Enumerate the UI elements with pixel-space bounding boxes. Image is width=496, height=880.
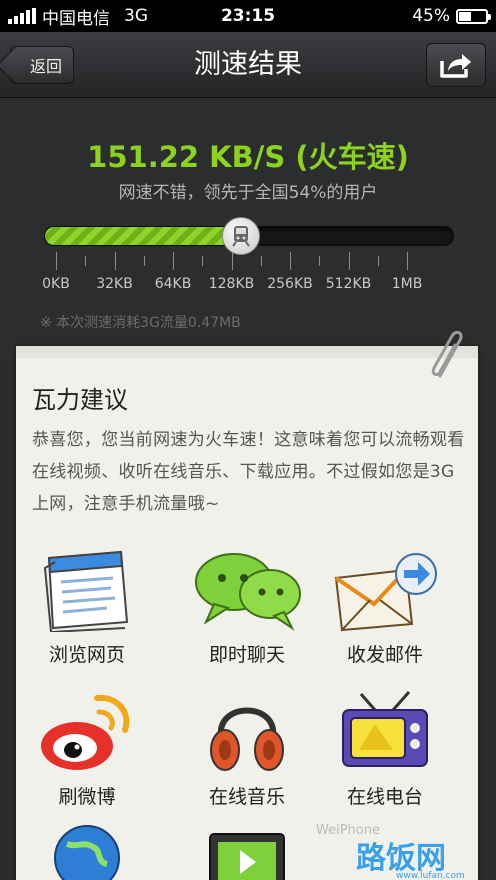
- scale-major-tick: [173, 252, 174, 270]
- feature-label: 即时聊天: [208, 644, 285, 666]
- scale-label: 256KB: [267, 276, 313, 292]
- carrier-name: 中国电信: [42, 8, 110, 29]
- scale-minor-tick: [377, 256, 379, 266]
- scale-label: 64KB: [154, 276, 192, 292]
- feature-label: 刷微博: [58, 786, 116, 808]
- feature-label: 在线电台: [346, 786, 423, 808]
- scale-label: 512KB: [325, 276, 372, 292]
- feature-partial-globe[interactable]: [22, 818, 152, 880]
- back-button-label: 返回: [29, 57, 62, 76]
- chat-bubbles-icon: [195, 553, 301, 631]
- feature-instant-chat[interactable]: 即时聊天: [182, 536, 312, 667]
- scale-minor-tick: [319, 256, 321, 266]
- scale-minor-tick: [85, 256, 87, 266]
- back-button[interactable]: 返回: [10, 46, 74, 84]
- speed-result-panel: 151.22 KB/S (火车速) 网速不错，领先于全国54%的用户 0KB 32…: [0, 98, 496, 358]
- envelope-icon: [334, 553, 437, 632]
- speed-summary: 网速不错，领先于全国54%的用户: [118, 183, 378, 203]
- scale-label: 32KB: [96, 276, 133, 292]
- feature-email[interactable]: 收发邮件: [320, 536, 450, 667]
- video-icon: [209, 833, 285, 880]
- navigation-bar: 返回 测速结果: [0, 32, 496, 98]
- paperclip-icon: [431, 330, 463, 378]
- advice-title: 瓦力建议: [32, 386, 128, 414]
- advice-card: 瓦力建议 恭喜您，您当前网速为火车速！这意味着您可以流畅观看在线视频、收听在线音…: [16, 330, 478, 880]
- scale-major-tick: [407, 252, 408, 270]
- feature-partial-video[interactable]: [182, 818, 312, 880]
- data-usage-note: ※ 本次测速消耗3G流量0.47MB: [40, 315, 241, 331]
- feature-label: 浏览网页: [48, 644, 125, 666]
- globe-icon: [54, 825, 120, 880]
- scale-major-tick: [290, 252, 291, 270]
- radio-tv-icon: [342, 691, 428, 767]
- browser-icon: [43, 550, 129, 632]
- weibo-icon: [41, 694, 130, 770]
- scale-minor-tick: [202, 256, 204, 266]
- feature-online-music[interactable]: 在线音乐: [182, 678, 312, 809]
- scale-label: 1MB: [391, 276, 423, 292]
- scale-major-tick: [348, 252, 350, 270]
- scale-major-tick: [56, 252, 57, 270]
- battery-icon: [456, 8, 491, 24]
- feature-label: 收发邮件: [346, 644, 423, 666]
- feature-browse-web[interactable]: 浏览网页: [22, 536, 152, 667]
- scale-label: 128KB: [208, 276, 255, 292]
- scale-major-tick: [231, 252, 233, 270]
- share-button[interactable]: [426, 43, 486, 87]
- feature-online-radio[interactable]: 在线电台: [320, 678, 450, 809]
- network-type: 3G: [124, 6, 148, 26]
- signal-strength-icon: [8, 8, 36, 24]
- headphones-icon: [210, 707, 284, 771]
- scale-minor-tick: [260, 256, 262, 266]
- page-title: 测速结果: [194, 49, 302, 80]
- battery-percent: 45%: [412, 6, 450, 26]
- feature-label: 在线音乐: [208, 786, 285, 808]
- train-speed-marker: [221, 217, 260, 255]
- speed-meter-fill: [45, 227, 241, 245]
- scale-major-tick: [114, 252, 116, 270]
- status-bar: 中国电信 3G 23:15 45%: [0, 0, 496, 32]
- scale-minor-tick: [143, 256, 145, 266]
- advice-text: 恭喜您，您当前网速为火车速！这意味着您可以流畅观看在线视频、收听在线音乐、下载应…: [32, 430, 465, 514]
- scale-label: 0KB: [42, 276, 70, 292]
- train-icon: [231, 226, 250, 247]
- feature-weibo[interactable]: 刷微博: [22, 678, 152, 809]
- share-icon: [440, 54, 471, 78]
- speed-value: 151.22 KB/S (火车速): [87, 140, 409, 174]
